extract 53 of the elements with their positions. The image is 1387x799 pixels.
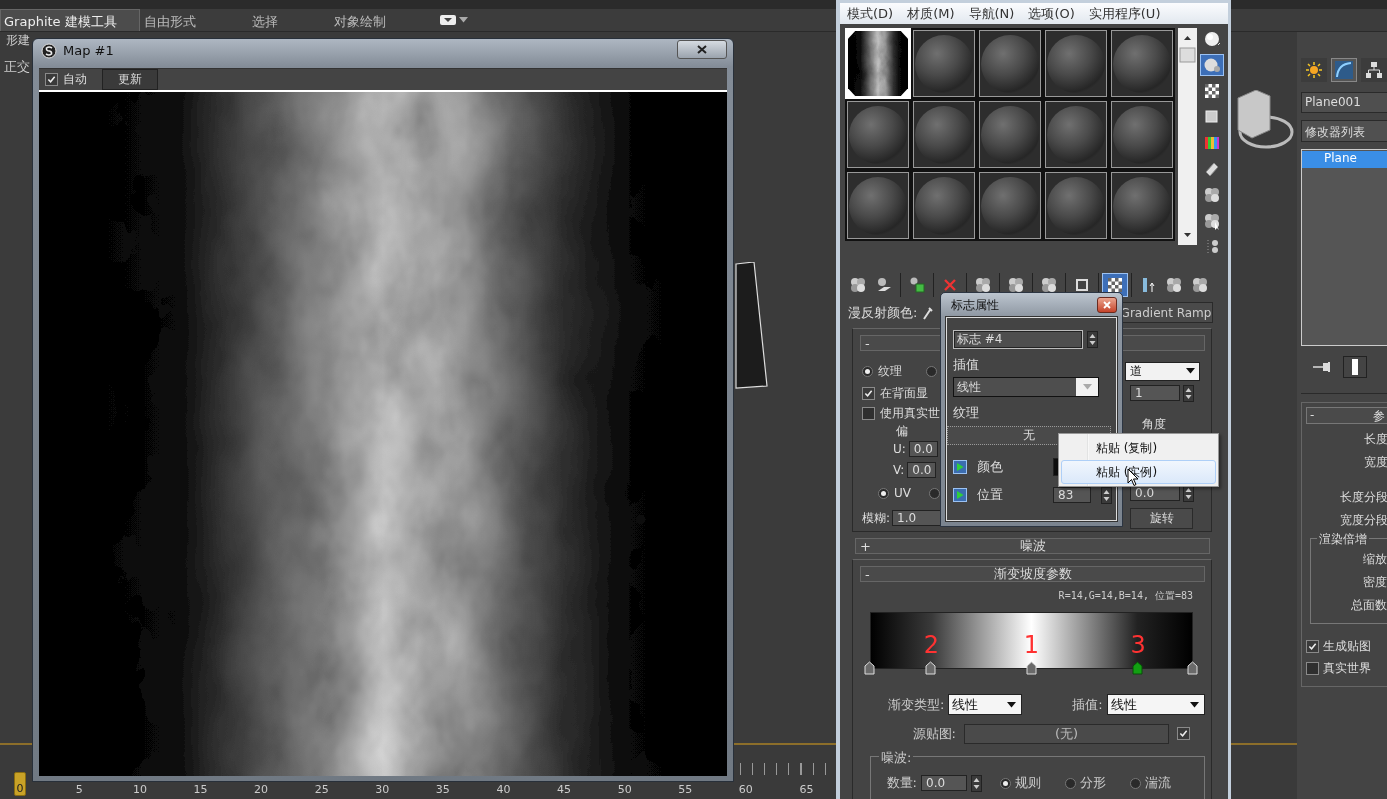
frame-number: 35 [435, 783, 450, 796]
param-label: 长度分段 [1339, 489, 1387, 506]
field-label: 纹理 [953, 404, 980, 422]
frame-number: 5 [75, 783, 83, 796]
param-label: 宽度 [1363, 454, 1387, 471]
radio-label: 规则 [1015, 774, 1041, 792]
frame-number: 10 [132, 783, 147, 796]
field-label: 插值 [953, 356, 980, 374]
param-label: 缩放 [1362, 551, 1387, 568]
radio-label: 湍流 [1145, 774, 1171, 792]
annotation-number: 2 [923, 632, 940, 658]
radio-label: 纹理 [878, 362, 902, 380]
annotation-number: 1 [1023, 632, 1040, 658]
radio-label: 分形 [1080, 774, 1106, 792]
frame-number: 50 [617, 783, 632, 796]
frame-number: 20 [254, 783, 269, 796]
group-title: 噪波: [879, 749, 914, 767]
field-label: 插值: [1071, 695, 1103, 714]
field-label: 渐变类型: [887, 695, 945, 714]
field-label: 模糊: [862, 509, 891, 527]
checkbox-label: 在背面显 [880, 384, 928, 402]
checkbox-label: 自动 [63, 71, 87, 88]
frame-number: 15 [193, 783, 208, 796]
field-label: V: [893, 463, 905, 477]
field-label: U: [893, 442, 906, 456]
window-title: Map #1 [63, 43, 114, 58]
field-label: 源贴图: [911, 724, 956, 743]
frame-number: 40 [496, 783, 511, 796]
annotation-number: 3 [1130, 632, 1147, 658]
column-label: 角度 [1142, 416, 1166, 433]
frame-number: 55 [678, 783, 693, 796]
option-label: 真实世界 [1323, 659, 1371, 677]
frame-number: 30 [375, 783, 390, 796]
field-label: 颜色 [977, 458, 1003, 476]
dialog-title: 标志属性 [950, 296, 999, 314]
field-label: 数量: [885, 774, 917, 792]
frame-number: 65 [799, 783, 814, 796]
frame-number: 45 [557, 783, 572, 796]
param-label: 宽度分段 [1339, 512, 1387, 529]
flag-info-text: R=14,G=14,B=14, 位置=83 [1057, 589, 1194, 603]
radio-label: UV [894, 486, 911, 500]
param-label: 总面数 [1350, 597, 1387, 614]
diffuse-color-label: 漫反射颜色: [848, 303, 918, 322]
param-label: 密度 [1362, 574, 1387, 591]
frame-number: 25 [314, 783, 329, 796]
frame-number: 60 [738, 783, 753, 796]
param-label: 长度 [1363, 431, 1387, 448]
checkbox-label: 使用真实世 [880, 405, 940, 422]
ribbon-panel-label: 形建 [6, 33, 30, 47]
column-label: 偏 [896, 422, 908, 440]
option-label: 生成贴图 [1323, 637, 1371, 655]
field-label: 位置 [977, 486, 1003, 504]
group-title: 渲染倍增 [1317, 531, 1369, 548]
